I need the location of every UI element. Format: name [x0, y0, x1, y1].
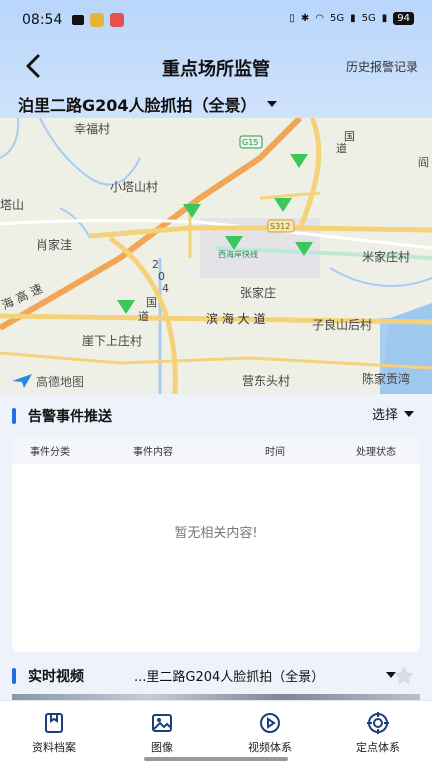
signal-icon: ▮ [350, 13, 356, 24]
map-marker[interactable] [117, 300, 135, 314]
map-label: 小塔山村 [110, 180, 159, 194]
map-marker[interactable] [183, 204, 201, 218]
select-label: 选择 [371, 408, 398, 423]
tab-archive[interactable]: 资料档案 [0, 701, 108, 768]
location-selector[interactable]: 泊里二路G204人脸抓拍（全景） [18, 92, 277, 116]
column-header: 时间 [265, 446, 285, 458]
tab-label: 资料档案 [32, 741, 76, 754]
map-label: 西海岸快线 [218, 250, 258, 259]
video-location-selector[interactable]: ...里二路G204人脸抓拍（全景） [134, 666, 324, 685]
column-header: 处理状态 [356, 446, 396, 458]
signal-label: 5G [361, 13, 376, 24]
map-marker[interactable] [295, 242, 313, 256]
status-time: 08:54 [22, 12, 63, 28]
vibrate-icon: ▯ [289, 13, 295, 24]
section-accent [12, 408, 16, 424]
map-label: 幸福村 [74, 122, 111, 136]
status-bar: 08:54 ▯ ✱ ◠ 5G ▮ 5G ▮ 94 [0, 0, 432, 40]
map-label: 道 [336, 142, 347, 155]
archive-icon [45, 713, 63, 733]
app-notification-icon [90, 13, 105, 27]
image-icon [152, 714, 172, 732]
section-accent [12, 668, 16, 684]
map-label: G15 [242, 138, 259, 147]
video-icon [260, 713, 280, 733]
video-header: 实时视频 ...里二路G204人脸抓拍（全景） [12, 664, 420, 688]
signal-icon: ▮ [381, 13, 388, 24]
map-label: 米家庄村 [362, 250, 411, 264]
signal-label: 5G [329, 13, 345, 24]
wifi-icon: ◠ [315, 13, 324, 24]
alerts-title: 告警事件推送 [28, 409, 112, 425]
tab-label: 定点体系 [356, 741, 400, 754]
home-indicator[interactable] [144, 757, 288, 761]
tab-label: 视频体系 [248, 741, 292, 754]
target-icon [367, 712, 389, 734]
map-label: 张家庄 [240, 286, 277, 300]
battery-indicator: 94 [393, 12, 414, 25]
map-view[interactable]: 幸福村 小塔山村 塔山 肖家洼 米家庄村 张家庄 滨 海 大 道 子良山后村 崖… [0, 118, 432, 394]
alerts-header: 告警事件推送 [12, 406, 112, 426]
map-label: 崖下上庄村 [82, 334, 143, 348]
app-notification-icon [110, 13, 125, 27]
nav-bar: 重点场所监管 历史报警记录 [0, 44, 432, 88]
status-indicators: ▯ ✱ ◠ 5G ▮ 5G ▮ 94 [289, 12, 414, 25]
amap-logo-icon [12, 374, 32, 388]
column-header: 事件内容 [133, 446, 173, 458]
history-alarm-link[interactable]: 历史报警记录 [346, 58, 418, 75]
map-label: S312 [270, 222, 291, 231]
map-label: 塔山 [0, 198, 25, 212]
chevron-down-icon [404, 410, 414, 417]
map-label: 陈家贡湾 [362, 372, 411, 386]
chevron-down-icon [266, 101, 277, 107]
column-header: 事件分类 [30, 446, 70, 458]
map-marker[interactable] [274, 198, 292, 212]
map-label: 阎 [418, 156, 429, 169]
favorite-star-icon[interactable] [392, 664, 416, 688]
tab-label: 图像 [151, 741, 173, 754]
map-label: 道 [138, 310, 149, 323]
app-notification-icon [72, 15, 85, 25]
table-header: 事件分类 事件内容 时间 处理状态 [12, 436, 420, 464]
map-label: 肖家洼 [36, 238, 73, 252]
map-attribution: 高德地图 [36, 375, 85, 389]
tab-target[interactable]: 定点体系 [324, 701, 432, 768]
bluetooth-icon: ✱ [300, 13, 310, 24]
map-label: 滨 海 大 道 [206, 312, 266, 326]
map-marker[interactable] [225, 236, 243, 250]
video-title: 实时视频 [28, 669, 84, 685]
map-label: 营东头村 [242, 374, 291, 388]
map-label: 4 [162, 282, 169, 295]
empty-state: 暂无相关内容! [174, 526, 258, 541]
alerts-table: 事件分类 事件内容 时间 处理状态 暂无相关内容! [12, 436, 420, 652]
map-marker[interactable] [290, 154, 308, 168]
alerts-select-dropdown[interactable]: 选择 [372, 404, 414, 423]
location-label: 泊里二路G204人脸抓拍（全景） [18, 96, 257, 115]
map-label: 子良山后村 [312, 318, 373, 332]
